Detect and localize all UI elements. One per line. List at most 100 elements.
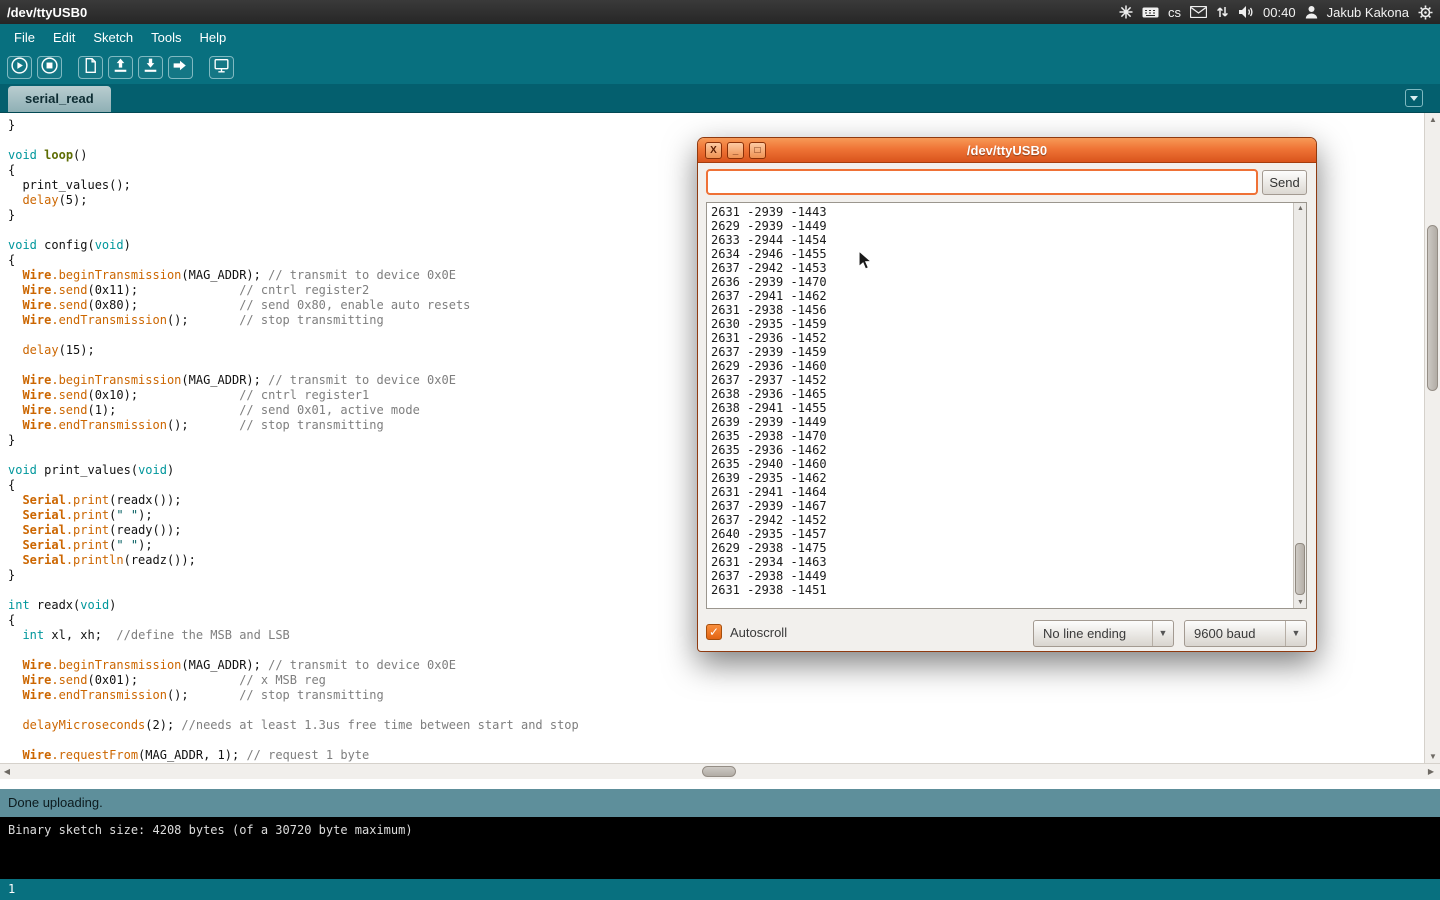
current-line-number: 1 [8, 882, 15, 896]
toolbar [0, 51, 1440, 84]
code-line [8, 703, 1424, 718]
menu-item-sketch[interactable]: Sketch [84, 24, 142, 51]
user-menu-label[interactable]: Jakub Kakona [1327, 5, 1409, 20]
keyboard-layout-icon[interactable] [1142, 6, 1159, 19]
upload-button[interactable] [168, 56, 193, 79]
serial-output-line: 2629 -2936 -1460 [711, 359, 1291, 373]
serial-output-line: 2637 -2938 -1449 [711, 569, 1291, 583]
new-file-icon [81, 56, 100, 80]
serial-output-area[interactable]: 2631 -2939 -14432629 -2939 -14492633 -29… [706, 202, 1307, 609]
serial-output-line: 2631 -2939 -1443 [711, 205, 1291, 219]
scroll-up-arrow-icon[interactable]: ▲ [1425, 113, 1440, 126]
clock-label[interactable]: 00:40 [1263, 5, 1296, 20]
vertical-scrollbar-thumb[interactable] [1427, 225, 1438, 391]
serial-output-line: 2637 -2942 -1453 [711, 261, 1291, 275]
minimize-button[interactable]: _ [727, 142, 744, 159]
editor-horizontal-scrollbar[interactable]: ◀ ▶ [0, 763, 1440, 779]
scroll-down-arrow-icon[interactable]: ▼ [1425, 750, 1440, 763]
serial-send-input[interactable] [706, 169, 1258, 195]
serial-output-line: 2638 -2941 -1455 [711, 401, 1291, 415]
line-ending-value: No line ending [1043, 621, 1126, 646]
code-line [8, 733, 1424, 748]
menu-item-edit[interactable]: Edit [44, 24, 84, 51]
serial-output-line: 2629 -2938 -1475 [711, 541, 1291, 555]
menu-item-file[interactable]: File [5, 24, 44, 51]
active-window-title: /dev/ttyUSB0 [7, 5, 87, 20]
verify-button[interactable] [7, 56, 32, 79]
keyboard-layout-label[interactable]: cs [1168, 5, 1181, 20]
code-line: Wire.beginTransmission(MAG_ADDR); // tra… [8, 658, 1424, 673]
serial-monitor-icon [212, 56, 231, 80]
serial-output-line: 2637 -2939 -1467 [711, 499, 1291, 513]
serial-output-line: 2638 -2936 -1465 [711, 387, 1291, 401]
menubar: FileEditSketchToolsHelp [0, 24, 1440, 51]
serial-output-scrollbar[interactable]: ▲ ▼ [1293, 203, 1306, 608]
code-line: Wire.requestFrom(MAG_ADDR, 1); // reques… [8, 748, 1424, 763]
starburst-indicator-icon[interactable] [1119, 5, 1133, 19]
build-console: Binary sketch size: 4208 bytes (of a 307… [0, 817, 1440, 879]
serial-monitor-controls: ✓ Autoscroll No line ending ▼ 9600 baud … [706, 618, 1307, 648]
serial-output-text: 2631 -2939 -14432629 -2939 -14492633 -29… [711, 205, 1291, 608]
tab-menu-arrow-icon [1409, 93, 1419, 103]
serial-output-line: 2634 -2946 -1455 [711, 247, 1291, 261]
autoscroll-checkbox[interactable]: ✓ [706, 624, 722, 640]
serial-output-line: 2631 -2934 -1463 [711, 555, 1291, 569]
stop-icon [40, 56, 59, 80]
scroll-left-arrow-icon[interactable]: ◀ [0, 764, 14, 780]
status-bar: Done uploading. [0, 789, 1440, 817]
serial-output-line: 2640 -2935 -1457 [711, 527, 1291, 541]
serial-output-line: 2636 -2939 -1470 [711, 275, 1291, 289]
line-number-strip: 1 [0, 879, 1440, 900]
serial-output-line: 2633 -2944 -1454 [711, 233, 1291, 247]
chevron-down-icon[interactable]: ▼ [1285, 621, 1306, 646]
upload-icon [171, 56, 190, 80]
code-line: } [8, 118, 1424, 133]
scroll-right-arrow-icon[interactable]: ▶ [1424, 764, 1438, 780]
serial-monitor-button[interactable] [209, 56, 234, 79]
serial-output-line: 2637 -2942 -1452 [711, 513, 1291, 527]
serial-monitor-body: Send 2631 -2939 -14432629 -2939 -1449263… [698, 163, 1316, 651]
save-sketch-button[interactable] [138, 56, 163, 79]
volume-icon[interactable] [1238, 5, 1254, 19]
send-button[interactable]: Send [1262, 170, 1307, 195]
horizontal-scrollbar-thumb[interactable] [702, 766, 736, 777]
serial-output-line: 2631 -2938 -1456 [711, 303, 1291, 317]
baud-rate-dropdown[interactable]: 9600 baud ▼ [1184, 620, 1307, 647]
console-message: Binary sketch size: 4208 bytes (of a 307… [8, 823, 1432, 837]
system-tray: cs 00:40 Jakub Kakona [1119, 5, 1433, 20]
serial-scrollbar-thumb[interactable] [1295, 543, 1305, 595]
session-gear-icon[interactable] [1418, 5, 1433, 20]
chevron-down-icon[interactable]: ▼ [1152, 621, 1173, 646]
network-sync-arrows-icon[interactable] [1216, 5, 1229, 19]
new-sketch-button[interactable] [78, 56, 103, 79]
save-icon [141, 56, 160, 80]
serial-output-line: 2635 -2938 -1470 [711, 429, 1291, 443]
serial-output-line: 2635 -2940 -1460 [711, 457, 1291, 471]
mail-icon[interactable] [1190, 6, 1207, 18]
open-sketch-button[interactable] [108, 56, 133, 79]
maximize-button[interactable]: □ [749, 142, 766, 159]
serial-scroll-up-arrow-icon[interactable]: ▲ [1294, 203, 1307, 214]
serial-output-line: 2631 -2936 -1452 [711, 331, 1291, 345]
editor-vertical-scrollbar[interactable]: ▲ ▼ [1424, 113, 1440, 763]
tab-serial-read[interactable]: serial_read [8, 86, 111, 112]
os-top-panel: /dev/ttyUSB0 cs 00:40 Jakub Kakona [0, 0, 1440, 24]
menu-item-tools[interactable]: Tools [142, 24, 190, 51]
open-icon [111, 56, 130, 80]
line-ending-dropdown[interactable]: No line ending ▼ [1033, 620, 1174, 647]
baud-rate-value: 9600 baud [1194, 621, 1255, 646]
serial-monitor-titlebar[interactable]: X _ □ /dev/ttyUSB0 [698, 138, 1316, 163]
serial-output-line: 2631 -2941 -1464 [711, 485, 1291, 499]
stop-button[interactable] [37, 56, 62, 79]
code-line: delayMicroseconds(2); //needs at least 1… [8, 718, 1424, 733]
menu-item-help[interactable]: Help [190, 24, 235, 51]
serial-scroll-down-arrow-icon[interactable]: ▼ [1294, 597, 1307, 608]
serial-output-line: 2630 -2935 -1459 [711, 317, 1291, 331]
tab-menu-button[interactable] [1405, 89, 1423, 107]
close-button[interactable]: X [705, 142, 722, 159]
play-icon [10, 56, 29, 80]
status-message: Done uploading. [8, 795, 103, 810]
editor-bottom-gap [0, 779, 1440, 789]
serial-output-line: 2637 -2937 -1452 [711, 373, 1291, 387]
serial-monitor-title: /dev/ttyUSB0 [698, 138, 1316, 163]
